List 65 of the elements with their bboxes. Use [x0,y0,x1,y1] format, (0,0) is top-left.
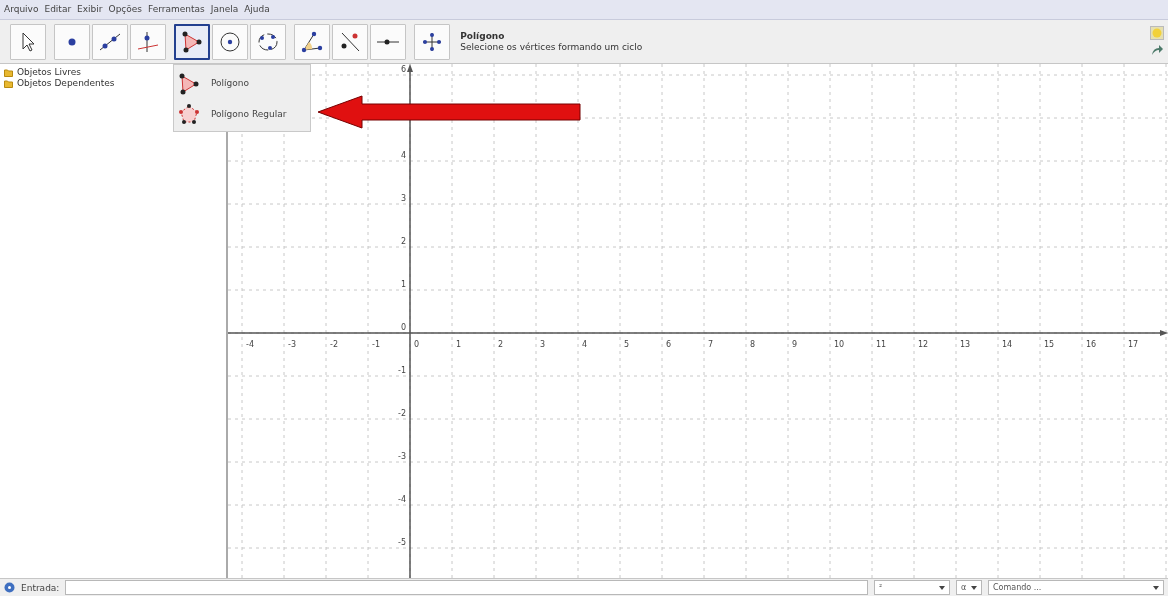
axis-label: 3 [540,340,546,349]
caret-icon [1153,585,1159,590]
dropdown[interactable]: α [956,580,982,595]
menu-item[interactable]: Polígono [177,68,307,99]
dropdown[interactable]: ² [874,580,950,595]
axis-label: 16 [1086,340,1097,349]
axis-label: -4 [246,340,254,349]
axis-label: 0 [414,340,420,349]
help-icon [4,582,15,593]
tool-hint: Selecione os vértices formando um ciclo [460,41,643,53]
slider-icon [377,38,399,45]
angle-icon [300,29,324,54]
axis-label: 14 [1002,340,1013,349]
axis-label: 3 [400,194,406,203]
menu-item[interactable]: Editar [44,2,72,16]
axis-label: 1 [456,340,462,349]
axis-label: -5 [398,538,406,547]
tool-button[interactable] [174,23,210,60]
menu-item[interactable]: Ferramentas [148,2,205,16]
axis-label: 1 [400,280,406,289]
polygon-icon [177,71,201,96]
menu-item[interactable]: Arquivo [4,2,39,16]
axis-label: -2 [330,340,338,349]
polygon-icon [180,29,204,54]
axis-label: 6 [666,340,672,349]
axis-label: 9 [792,340,798,349]
axis-label: 12 [918,340,929,349]
axis-label: 8 [750,340,756,349]
axis-label: 4 [582,340,588,349]
axis-label: 17 [1128,340,1139,349]
axis-label: -3 [398,452,406,461]
folder-label[interactable]: Objetos Livres [17,67,81,78]
folder-label[interactable]: Objetos Dependentes [17,78,115,89]
point-icon [68,37,76,46]
axis-label: 7 [708,340,714,349]
input-field[interactable] [65,580,868,595]
axis-label: -3 [288,340,296,349]
menu-item[interactable]: Exibir [77,2,103,16]
axis-label: -2 [398,409,406,418]
axis-label: 15 [1044,340,1055,349]
axis-label: 5 [624,340,630,349]
menu-item[interactable]: Opções [108,2,143,16]
axis-label: 0 [400,323,406,332]
axis-label: 4 [400,151,406,160]
menu-item[interactable]: Polígono Regular [177,99,307,130]
caret-icon [971,585,977,590]
tool-title: Polígono [460,30,506,42]
axis-label: 6 [400,65,406,74]
caret-icon [939,585,945,590]
axis-label: -4 [398,495,406,504]
menu-item[interactable]: Janela [210,2,239,16]
regular-polygon-icon [177,102,201,127]
menu-item[interactable]: Ajuda [244,2,270,16]
redo-icon [1150,42,1164,57]
axis-label: 2 [400,237,406,246]
axis-label: 11 [876,340,887,349]
perpendicular-line-icon [136,29,160,54]
axis-label: -1 [372,340,380,349]
input-label: Entrada: [21,581,60,595]
dropdown[interactable]: Comando ... [988,580,1164,595]
axis-label: 2 [498,340,504,349]
axis-label: -1 [398,366,406,375]
axis-label: 13 [960,340,971,349]
axis-label: 10 [834,340,845,349]
circle-icon [218,29,242,54]
